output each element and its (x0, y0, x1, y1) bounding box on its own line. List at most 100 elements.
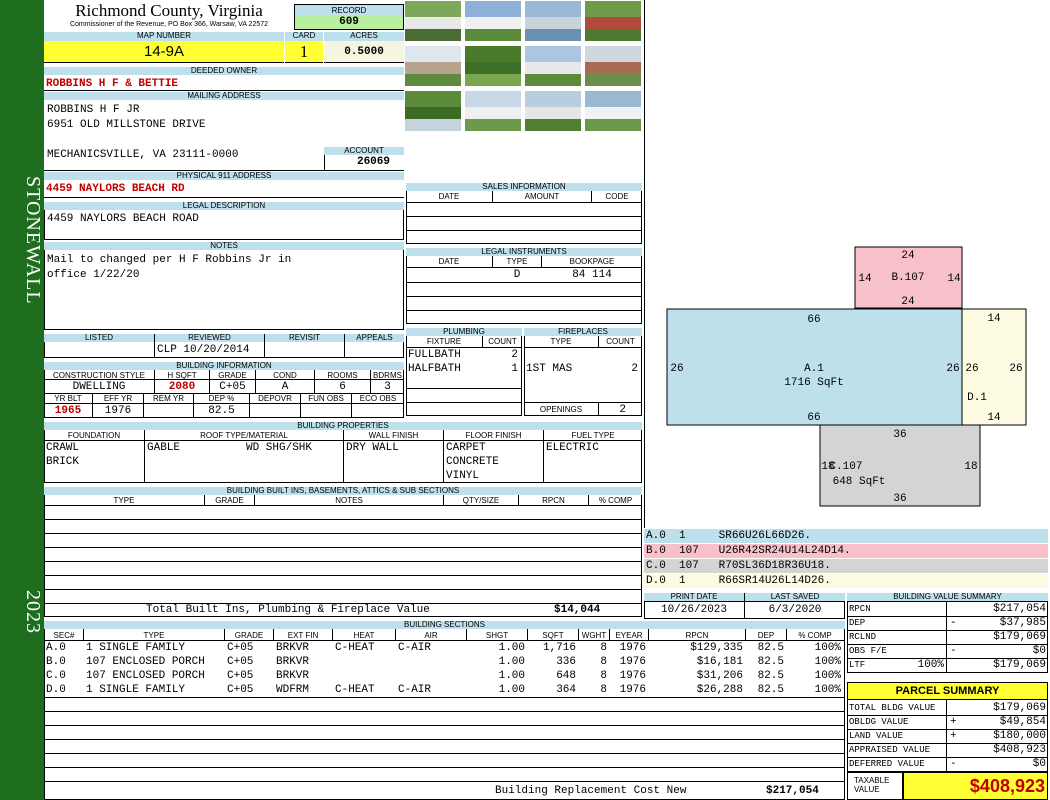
physical-address-label: PHYSICAL 911 ADDRESS (44, 172, 404, 180)
bvs-key: RCLND (849, 632, 877, 642)
sec-cell: 82.5 (757, 656, 784, 668)
bi-col-comp: % COMP (598, 496, 633, 505)
c-sqft: 648 SqFt (833, 476, 886, 488)
map-number-label: MAP NUMBER (44, 32, 284, 41)
a-top: 66 (807, 314, 820, 326)
replacement-label: Building Replacement Cost New (495, 785, 687, 797)
property-photo[interactable] (524, 0, 582, 42)
sec-cell: C+05 (227, 656, 254, 668)
sec-cell: 1,716 (542, 642, 576, 654)
builtins-label: BUILDING BUILT INS, BASEMENTS, ATTICS & … (44, 487, 642, 495)
physical-address-value: 4459 NAYLORS BEACH RD (46, 183, 185, 195)
mailing-line2: 6951 OLD MILLSTONE DRIVE (47, 119, 206, 131)
fuel-type: ELECTRIC (546, 442, 599, 454)
bi2-value-3: 82.5 (208, 405, 235, 417)
plumb-col-count: COUNT (488, 337, 517, 346)
sec-col-6: SHGT (485, 631, 509, 640)
mailing-line1: ROBBINS H F JR (47, 104, 140, 116)
sec-cell: A.0 (46, 642, 66, 654)
property-photo[interactable] (584, 0, 642, 42)
sec-cell: 100% (814, 684, 841, 696)
property-photo[interactable] (404, 90, 462, 132)
map-number-value: 14-9A (44, 41, 284, 63)
owner-label: DEEDED OWNER (44, 67, 404, 75)
parcel-op: + (950, 730, 957, 742)
sec-col-1: TYPE (143, 631, 165, 640)
sections-label: BUILDING SECTIONS (44, 621, 845, 629)
bi2-head-1: EFF YR (103, 394, 133, 403)
bi-value-1: 2080 (168, 381, 196, 393)
acres-label: ACRES (324, 32, 404, 41)
bvs-key: DEP (849, 618, 866, 628)
a-label: A.1 (804, 363, 824, 375)
floor-finish-2: CONCRETE (446, 456, 499, 468)
sec-col-3: EXT FIN (287, 631, 319, 640)
property-photo[interactable] (404, 0, 462, 42)
sec-cell: D.0 (46, 684, 66, 696)
property-photo[interactable] (404, 45, 462, 87)
account-label: ACCOUNT (324, 147, 404, 155)
bvs-pct: 100% (917, 659, 944, 671)
record-box: RECORD 609 (294, 4, 404, 30)
owner-value: ROBBINS H F & BETTIE (46, 78, 179, 90)
parcel-value: $0 (1032, 758, 1046, 770)
mailing-label: MAILING ADDRESS (44, 92, 404, 100)
instr-bookpage-value: 84 114 (572, 269, 612, 281)
sec-cell: BRKVR (276, 656, 310, 668)
sec-cell: C+05 (227, 684, 254, 696)
bi2-head-6: ECO OBS (359, 394, 397, 403)
card-value: 1 (285, 41, 323, 63)
prop-col-fuel: FUEL TYPE (571, 431, 615, 440)
sec-col-12: % COMP (798, 631, 832, 640)
fireplaces-label: FIREPLACES (524, 328, 642, 336)
sec-cell: 1.00 (498, 642, 525, 654)
bi-head-2: GRADE (218, 371, 247, 380)
sec-cell: 8 (600, 684, 607, 696)
sec-cell: 1.00 (498, 684, 525, 696)
d-left: 26 (965, 363, 978, 375)
sec-col-9: EYEAR (615, 631, 643, 640)
parcel-key: DEFERRED VALUE (849, 759, 925, 769)
sec-cell: 1976 (619, 670, 646, 682)
property-photo[interactable] (584, 90, 642, 132)
sec-col-0: SEC# (53, 631, 75, 640)
sec-cell: 1 SINGLE FAMILY (86, 684, 186, 696)
revisit-label: REVISIT (265, 334, 344, 342)
fire-type-1: 1ST MAS (526, 363, 573, 375)
sec-col-11: DEP (757, 631, 775, 640)
parcel-key: OBLDG VALUE (849, 717, 909, 727)
properties-label: BUILDING PROPERTIES (44, 422, 642, 430)
bi-value-3: A (281, 381, 289, 393)
parcel-value: $408,923 (993, 744, 1046, 756)
property-photo[interactable] (464, 90, 522, 132)
bi-head-3: COND (273, 371, 297, 380)
a-sqft: 1716 SqFt (784, 377, 843, 389)
sec-cell: $16,181 (696, 656, 743, 668)
property-photo[interactable] (524, 90, 582, 132)
sec-cell: 107 ENCLOSED PORCH (86, 656, 205, 668)
bvs-key: LTF (849, 660, 866, 670)
prop-col-foundation: FOUNDATION (67, 431, 121, 440)
mailing-line3: MECHANICSVILLE, VA 23111-0000 (47, 149, 239, 161)
b-bottom: 24 (901, 296, 915, 308)
card-label: CARD (285, 32, 323, 41)
property-photo[interactable] (584, 45, 642, 87)
property-photo[interactable] (524, 45, 582, 87)
roof-type: GABLE (147, 442, 181, 454)
sec-cell: 82.5 (757, 684, 784, 696)
parcel-key: APPRAISED VALUE (849, 745, 931, 755)
bvs-op: - (950, 645, 957, 657)
county-header: Richmond County, Virginia Commissioner o… (44, 2, 294, 32)
property-photo[interactable] (464, 45, 522, 87)
bi-head-1: H SQFT (167, 371, 197, 380)
bi-head-0: CONSTRUCTION STYLE (52, 371, 145, 380)
plumb-count-1: 2 (511, 349, 518, 361)
instr-col-bookpage: BOOKPAGE (569, 257, 615, 266)
taxable-label-line1: TAXABLE (854, 776, 890, 785)
plumb-fixture-2: HALFBATH (408, 363, 461, 375)
foundation-1: CRAWL (46, 442, 80, 454)
plumbing-label: PLUMBING (406, 328, 522, 336)
c-top: 36 (893, 429, 906, 441)
property-photo[interactable] (464, 0, 522, 42)
sec-col-10: RPCN (685, 631, 709, 640)
